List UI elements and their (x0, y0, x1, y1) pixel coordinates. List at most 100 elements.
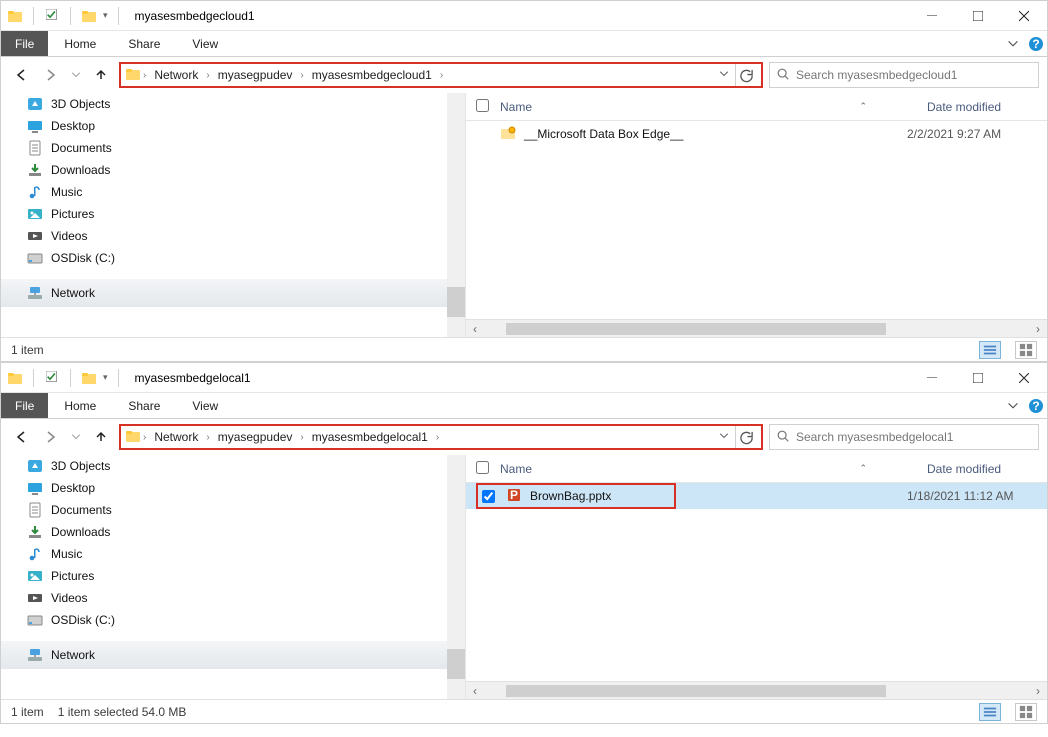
scroll-left-icon[interactable]: ‹ (466, 320, 484, 338)
refresh-button[interactable] (735, 64, 757, 86)
breadcrumb-item[interactable]: myasesmbedgecloud1 (306, 64, 438, 86)
address-dropdown-icon[interactable] (715, 68, 733, 83)
up-button[interactable] (89, 425, 113, 449)
large-icons-view-button[interactable] (1015, 341, 1037, 359)
ribbon-tab-home[interactable]: Home (48, 31, 112, 56)
ribbon-tab-home[interactable]: Home (48, 393, 112, 418)
breadcrumb-item[interactable]: Network (148, 426, 204, 448)
close-button[interactable] (1001, 1, 1047, 31)
row-checkbox[interactable] (482, 490, 506, 503)
file-row[interactable]: BrownBag.pptx 1/18/2021 11:12 AM (466, 483, 1047, 509)
navigation-pane[interactable]: 3D Objects Desktop Documents Downloads M… (1, 455, 465, 669)
recent-dropdown-icon[interactable] (69, 63, 83, 87)
maximize-button[interactable] (955, 363, 1001, 393)
ribbon-tab-view[interactable]: View (176, 393, 234, 418)
sidebar-item-desktop[interactable]: Desktop (1, 115, 465, 137)
sidebar-item-disk[interactable]: OSDisk (C:) (1, 247, 465, 269)
ribbon-tab-share[interactable]: Share (112, 31, 176, 56)
sidebar-item-network[interactable]: Network (1, 279, 465, 307)
help-icon[interactable] (1025, 393, 1047, 418)
file-name-cell[interactable]: __Microsoft Data Box Edge__ (500, 125, 692, 144)
address-dropdown-icon[interactable] (715, 430, 733, 445)
details-view-button[interactable] (979, 341, 1001, 359)
help-icon[interactable] (1025, 31, 1047, 56)
address-bar[interactable]: › Network › myasegpudev › myasesmbedgecl… (119, 62, 763, 88)
sidebar-item-label: Network (51, 286, 95, 300)
select-all-checkbox[interactable] (476, 99, 489, 112)
sidebar-item-documents[interactable]: Documents (1, 137, 465, 159)
scroll-right-icon[interactable]: › (1029, 682, 1047, 700)
forward-button[interactable] (39, 63, 63, 87)
sidebar-item-network[interactable]: Network (1, 641, 465, 669)
sidebar-item-pictures[interactable]: Pictures (1, 565, 465, 587)
sidebar-item-pictures[interactable]: Pictures (1, 203, 465, 225)
sidebar-item-3d[interactable]: 3D Objects (1, 93, 465, 115)
sidebar-item-disk[interactable]: OSDisk (C:) (1, 609, 465, 631)
sidebar-item-documents[interactable]: Documents (1, 499, 465, 521)
horizontal-scrollbar[interactable]: ‹ › (466, 319, 1047, 337)
address-bar[interactable]: › Network › myasegpudev › myasesmbedgelo… (119, 424, 763, 450)
chevron-right-icon: › (206, 432, 209, 443)
titlebar[interactable]: ▾ myasesmbedgecloud1 (1, 1, 1047, 31)
scrollbar-thumb[interactable] (506, 685, 886, 697)
sidebar-item-label: Desktop (51, 481, 95, 495)
breadcrumb-item[interactable]: myasesmbedgelocal1 (306, 426, 434, 448)
select-all-checkbox[interactable] (476, 461, 489, 474)
qat-dropdown-icon[interactable]: ▾ (103, 10, 108, 21)
back-button[interactable] (9, 425, 33, 449)
sidebar-item-music[interactable]: Music (1, 181, 465, 203)
ribbon-tab-view[interactable]: View (176, 31, 234, 56)
quick-check-icon[interactable] (44, 8, 60, 24)
navigation-pane[interactable]: 3D Objects Desktop Documents Downloads M… (1, 93, 465, 307)
back-button[interactable] (9, 63, 33, 87)
sidebar-item-label: Pictures (51, 207, 94, 221)
sidebar-item-videos[interactable]: Videos (1, 587, 465, 609)
ribbon-collapse-icon[interactable] (1001, 393, 1025, 418)
file-tab[interactable]: File (1, 393, 48, 418)
scroll-right-icon[interactable]: › (1029, 320, 1047, 338)
sidebar-item-3d[interactable]: 3D Objects (1, 455, 465, 477)
titlebar[interactable]: ▾ myasesmbedgelocal1 (1, 363, 1047, 393)
recent-dropdown-icon[interactable] (69, 425, 83, 449)
column-headers[interactable]: Name⌃ Date modified (466, 93, 1047, 121)
sidebar-item-label: Pictures (51, 569, 94, 583)
minimize-button[interactable] (909, 363, 955, 393)
large-icons-view-button[interactable] (1015, 703, 1037, 721)
forward-button[interactable] (39, 425, 63, 449)
breadcrumb-item[interactable]: Network (148, 64, 204, 86)
horizontal-scrollbar[interactable]: ‹ › (466, 681, 1047, 699)
qat-dropdown-icon[interactable]: ▾ (103, 372, 108, 383)
quick-check-icon[interactable] (44, 370, 60, 386)
ribbon-collapse-icon[interactable] (1001, 31, 1025, 56)
search-box[interactable]: Search myasesmbedgecloud1 (769, 62, 1039, 88)
sidebar-scrollbar[interactable] (447, 93, 465, 337)
close-button[interactable] (1001, 363, 1047, 393)
name-column[interactable]: Name (500, 462, 532, 476)
sidebar-scrollbar[interactable] (447, 455, 465, 699)
maximize-button[interactable] (955, 1, 1001, 31)
chevron-right-icon: › (300, 70, 303, 81)
sidebar-item-downloads[interactable]: Downloads (1, 521, 465, 543)
breadcrumb-item[interactable]: myasegpudev (212, 426, 299, 448)
date-column[interactable]: Date modified (927, 462, 1047, 476)
scrollbar-thumb[interactable] (506, 323, 886, 335)
name-column[interactable]: Name (500, 100, 532, 114)
item-count: 1 item (11, 705, 44, 719)
sidebar-item-videos[interactable]: Videos (1, 225, 465, 247)
search-box[interactable]: Search myasesmbedgelocal1 (769, 424, 1039, 450)
date-column[interactable]: Date modified (927, 100, 1047, 114)
breadcrumb-item[interactable]: myasegpudev (212, 64, 299, 86)
file-row[interactable]: __Microsoft Data Box Edge__ 2/2/2021 9:2… (466, 121, 1047, 147)
up-button[interactable] (89, 63, 113, 87)
column-headers[interactable]: Name⌃ Date modified (466, 455, 1047, 483)
file-name-cell[interactable]: BrownBag.pptx (506, 487, 670, 506)
file-tab[interactable]: File (1, 31, 48, 56)
minimize-button[interactable] (909, 1, 955, 31)
scroll-left-icon[interactable]: ‹ (466, 682, 484, 700)
details-view-button[interactable] (979, 703, 1001, 721)
sidebar-item-downloads[interactable]: Downloads (1, 159, 465, 181)
refresh-button[interactable] (735, 426, 757, 448)
sidebar-item-desktop[interactable]: Desktop (1, 477, 465, 499)
ribbon-tab-share[interactable]: Share (112, 393, 176, 418)
sidebar-item-music[interactable]: Music (1, 543, 465, 565)
